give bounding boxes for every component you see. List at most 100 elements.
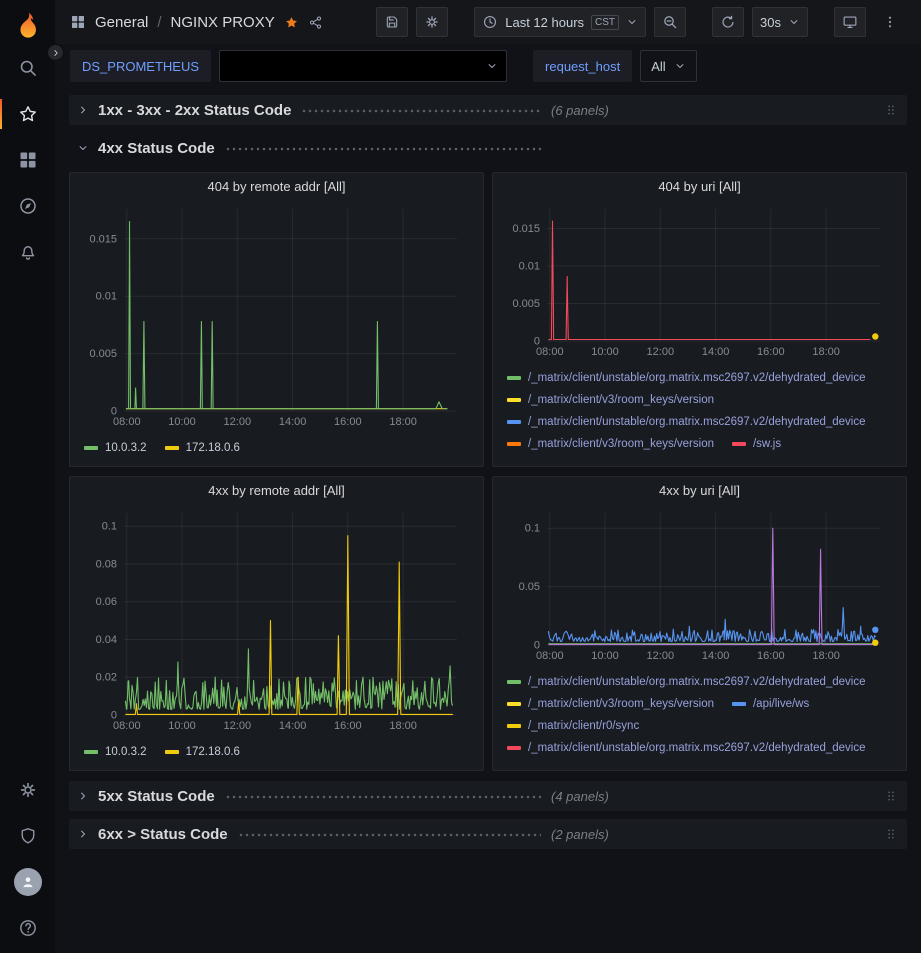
legend-item[interactable]: 172.18.0.6	[165, 746, 240, 758]
sidebar-item-configuration[interactable]	[0, 767, 55, 813]
refresh-interval-picker[interactable]: 30s	[752, 7, 808, 37]
row-title[interactable]: 4xx Status Code	[98, 140, 215, 157]
legend-item[interactable]: /_matrix/client/unstable/org.matrix.msc2…	[507, 676, 866, 688]
svg-text:08:00: 08:00	[536, 346, 564, 358]
svg-text:0.02: 0.02	[96, 672, 117, 684]
compass-icon	[18, 196, 38, 216]
panel-title[interactable]: 4xx by uri [All]	[503, 483, 896, 505]
panel-legend: /_matrix/client/unstable/org.matrix.msc2…	[503, 361, 896, 455]
row-title[interactable]: 1xx - 3xx - 2xx Status Code	[98, 102, 291, 119]
legend-item[interactable]: /_matrix/client/v3/room_keys/version	[507, 438, 714, 450]
svg-text:12:00: 12:00	[647, 346, 675, 358]
legend-item[interactable]: /api/live/ws	[732, 698, 809, 710]
chevron-right-icon	[51, 48, 61, 58]
row-header-6xx[interactable]: 6xx > Status Code (2 panels)	[69, 819, 907, 849]
kebab-menu-button[interactable]	[874, 7, 906, 37]
panel-grid: 404 by remote addr [All] 08:0010:0012:00…	[69, 172, 907, 771]
gear-icon	[18, 780, 38, 800]
series-label: /_matrix/client/v3/room_keys/version	[528, 698, 714, 710]
row-header-4xx[interactable]: 4xx Status Code	[69, 133, 907, 163]
breadcrumb-divider: /	[157, 14, 161, 31]
dotted-leader	[301, 104, 541, 118]
series-label: /_matrix/client/unstable/org.matrix.msc2…	[528, 372, 866, 384]
row-title[interactable]: 5xx Status Code	[98, 788, 215, 805]
sidebar-item-alerting[interactable]	[0, 229, 55, 275]
sidebar-item-explore[interactable]	[0, 183, 55, 229]
series-color-marker	[732, 702, 746, 706]
sidebar-top-nav	[0, 45, 55, 275]
series-color-marker	[507, 680, 521, 684]
variable-request-host-value: All	[651, 59, 665, 74]
drag-handle-icon[interactable]	[883, 788, 899, 804]
panel-4xx-by-remote-addr: 4xx by remote addr [All] 08:0010:0012:00…	[69, 476, 484, 771]
star-filled-icon[interactable]	[284, 15, 299, 30]
variable-label-datasource[interactable]: DS_PROMETHEUS	[70, 50, 211, 82]
time-range-picker[interactable]: Last 12 hours CST	[474, 7, 646, 37]
panel-legend: 10.0.3.2 172.18.0.6	[80, 735, 473, 763]
chevron-right-icon	[77, 104, 89, 116]
series-label: /sw.js	[753, 438, 781, 450]
legend-item[interactable]: /_matrix/client/unstable/org.matrix.msc2…	[507, 372, 866, 384]
sidebar-item-help[interactable]	[0, 905, 55, 951]
legend-item[interactable]: /_matrix/client/unstable/org.matrix.msc2…	[507, 742, 866, 754]
legend-item[interactable]: 10.0.3.2	[84, 746, 147, 758]
sidebar-item-server-admin[interactable]	[0, 813, 55, 859]
tv-mode-button[interactable]	[834, 7, 866, 37]
drag-handle-icon[interactable]	[883, 826, 899, 842]
series-color-marker	[732, 442, 746, 446]
row-header-5xx[interactable]: 5xx Status Code (4 panels)	[69, 781, 907, 811]
breadcrumb-dashboard-title[interactable]: NGINX PROXY	[171, 14, 275, 31]
legend-item[interactable]: /_matrix/client/r0/sync	[507, 720, 639, 732]
series-label: 10.0.3.2	[105, 442, 147, 454]
sidebar-item-profile[interactable]	[0, 859, 55, 905]
variable-request-host-select[interactable]: All	[640, 50, 696, 82]
series-color-marker	[507, 702, 521, 706]
series-color-marker	[507, 376, 521, 380]
svg-text:0.015: 0.015	[89, 233, 117, 245]
sidebar-bottom-nav	[0, 767, 55, 953]
refresh-interval-label: 30s	[760, 15, 781, 30]
svg-text:0.005: 0.005	[512, 298, 540, 310]
dashboard-settings-button[interactable]	[416, 7, 448, 37]
svg-text:16:00: 16:00	[757, 346, 785, 358]
refresh-button[interactable]	[712, 7, 744, 37]
svg-text:12:00: 12:00	[647, 650, 675, 662]
panel-title[interactable]: 4xx by remote addr [All]	[80, 483, 473, 505]
breadcrumb-section[interactable]: General	[95, 14, 148, 31]
svg-text:0.1: 0.1	[102, 521, 117, 533]
timeseries-chart[interactable]: 08:0010:0012:0014:0016:0018:0000.050.1	[503, 505, 896, 665]
timeseries-chart[interactable]: 08:0010:0012:0014:0016:0018:0000.0050.01…	[80, 201, 473, 431]
legend-item[interactable]: 172.18.0.6	[165, 442, 240, 454]
variable-datasource-select[interactable]	[219, 50, 507, 82]
row-header-1xx-3xx-2xx[interactable]: 1xx - 3xx - 2xx Status Code (6 panels)	[69, 95, 907, 125]
legend-item[interactable]: /_matrix/client/unstable/org.matrix.msc2…	[507, 416, 866, 428]
timeseries-chart[interactable]: 08:0010:0012:0014:0016:0018:0000.0050.01…	[503, 201, 896, 361]
svg-text:0.01: 0.01	[519, 261, 540, 273]
save-dashboard-button[interactable]	[376, 7, 408, 37]
expand-sidebar-button[interactable]	[47, 44, 64, 61]
panel-legend: /_matrix/client/unstable/org.matrix.msc2…	[503, 665, 896, 759]
legend-item[interactable]: 10.0.3.2	[84, 442, 147, 454]
sidebar-item-dashboards[interactable]	[0, 137, 55, 183]
zoom-out-time-button[interactable]	[654, 7, 686, 37]
svg-text:0.04: 0.04	[96, 634, 117, 646]
series-label: /_matrix/client/v3/room_keys/version	[528, 394, 714, 406]
panel-title[interactable]: 404 by remote addr [All]	[80, 179, 473, 201]
row-title[interactable]: 6xx > Status Code	[98, 826, 228, 843]
timeseries-chart[interactable]: 08:0010:0012:0014:0016:0018:0000.020.040…	[80, 505, 473, 735]
svg-text:0.08: 0.08	[96, 559, 117, 571]
legend-item[interactable]: /_matrix/client/v3/room_keys/version	[507, 394, 714, 406]
panel-title[interactable]: 404 by uri [All]	[503, 179, 896, 201]
svg-text:0.05: 0.05	[519, 581, 540, 593]
svg-text:18:00: 18:00	[389, 720, 417, 732]
svg-text:0: 0	[534, 640, 540, 652]
variable-label-request-host[interactable]: request_host	[533, 50, 632, 82]
grafana-logo[interactable]	[10, 9, 46, 45]
sidebar-item-starred[interactable]	[0, 91, 55, 137]
shield-icon	[18, 826, 38, 846]
drag-handle-icon[interactable]	[883, 102, 899, 118]
legend-item[interactable]: /sw.js	[732, 438, 781, 450]
svg-text:16:00: 16:00	[334, 720, 362, 732]
share-icon[interactable]	[308, 15, 323, 30]
legend-item[interactable]: /_matrix/client/v3/room_keys/version	[507, 698, 714, 710]
